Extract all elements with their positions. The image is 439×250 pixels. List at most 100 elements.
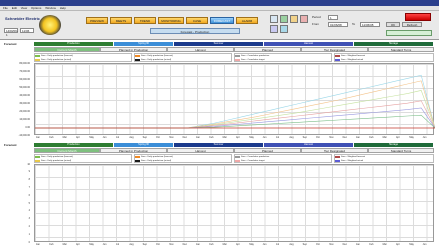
x-tick-label: Dec	[342, 136, 347, 139]
series-line	[35, 74, 435, 129]
legend-label: Sum - Cumulative target	[241, 159, 265, 162]
legend-swatch	[35, 160, 40, 163]
x-tick-label: Sep	[302, 243, 307, 246]
x-tick-label: Feb	[369, 243, 374, 246]
legend-swatch	[35, 55, 40, 58]
folder-icon[interactable]	[290, 15, 298, 23]
x-tick-label: Sep	[142, 243, 147, 246]
x-tick-label: Jul	[276, 136, 280, 139]
period-field[interactable]: 1	[328, 15, 338, 20]
x-tick-label: Sep	[302, 136, 307, 139]
users-icon[interactable]	[270, 25, 278, 33]
code-field-1[interactable]: 1460/09-1	[4, 28, 18, 37]
panel1-header[interactable]: Harvest	[167, 47, 234, 52]
x-tick-label: May	[89, 136, 94, 139]
x-tick-label: Jun	[422, 243, 427, 246]
x-tick-label: Jun	[262, 243, 267, 246]
panel1-header[interactable]: Tier Designated	[301, 47, 368, 52]
y-tick-label: 20,000.00	[19, 109, 30, 113]
panel1-phase[interactable]: Harvest	[264, 42, 354, 46]
panel1-header[interactable]: Current Month	[34, 47, 100, 52]
x-tick-label: Jan	[196, 243, 200, 246]
y-tick-label: 30,000.00	[19, 101, 30, 105]
x-tick-label: Apr	[396, 136, 400, 139]
y-tick-label: 9	[28, 170, 30, 174]
panel2-phase[interactable]: Summer	[174, 143, 264, 147]
legend-group: Sum - Daily production (forecast) Sum - …	[134, 154, 232, 163]
x-tick-label: Oct	[156, 243, 160, 246]
x-tick-label: May	[409, 243, 414, 246]
y-tick-label: 60,000.00	[19, 77, 30, 81]
x-tick-label: Mar	[62, 136, 67, 139]
settings-icon[interactable]	[280, 25, 288, 33]
globe-icon[interactable]	[270, 15, 278, 23]
to-field[interactable]: 11/06/08	[360, 22, 380, 27]
panel1-plot	[34, 63, 435, 135]
nav-monitoring[interactable]: MONITORING	[158, 17, 184, 24]
y-tick-label: 0.00	[25, 125, 30, 129]
nav-meets[interactable]: MEETS	[110, 17, 132, 24]
x-tick-label: Sep	[142, 136, 147, 139]
panel2-phase[interactable]: Storage	[354, 143, 434, 147]
from-field[interactable]: 01/06/08	[328, 22, 348, 27]
x-tick-label: Jun	[102, 136, 107, 139]
y-tick-label: 0	[28, 240, 30, 244]
panel2-header[interactable]: Planned	[234, 148, 301, 153]
legend-label: Sum - Daily production (actual)	[41, 159, 72, 162]
x-tick-label: Apr	[236, 243, 240, 246]
y-tick-label: -10,000.00	[18, 133, 30, 137]
x-tick-label: Jun	[422, 136, 427, 139]
ok-button[interactable]: OK	[386, 22, 400, 27]
y-tick-label: 1	[28, 232, 30, 236]
nav-preview[interactable]: PREVIEW	[86, 17, 108, 24]
nav-alarm[interactable]: ALARM	[236, 17, 258, 24]
nav-trend[interactable]: TREND	[134, 17, 156, 24]
x-tick-label: Dec	[182, 136, 187, 139]
x-tick-label: Oct	[316, 243, 320, 246]
x-tick-label: Mar	[382, 243, 387, 246]
legend-swatch	[135, 59, 140, 62]
panel2-legend: Sum - Daily production (forecast) Sum - …	[34, 154, 434, 163]
panel1-header[interactable]: Planned	[234, 47, 301, 52]
panel2-header-row: Current Month Planned in Production Harv…	[34, 148, 434, 153]
x-tick-label: Jan	[36, 243, 40, 246]
series-line	[35, 80, 435, 129]
y-tick-label: 5	[28, 201, 30, 205]
x-tick-label: Dec	[182, 243, 187, 246]
panel2-header[interactable]: Planned in Production	[100, 148, 167, 153]
panel2-header[interactable]: Standard Turns	[368, 148, 434, 153]
panel2-phase[interactable]: Spring fill	[114, 143, 174, 147]
panel2-header[interactable]: Harvest	[167, 148, 234, 153]
nav-case[interactable]: CASE	[186, 17, 208, 24]
panel2-phase[interactable]: Harvest	[264, 143, 354, 147]
legend-swatch	[235, 160, 240, 163]
panel1-phase[interactable]: Summer	[174, 42, 264, 46]
panel1-header-row: Current Month Planned in Production Harv…	[34, 47, 434, 52]
y-tick-label: 4	[28, 209, 30, 213]
y-tick-label: 80,000.00	[19, 61, 30, 65]
panel2-phase-bar: Production Spring fill Summer Harvest St…	[34, 143, 434, 147]
panel1-name: Forecast	[4, 42, 17, 46]
panel1-phase[interactable]: Production	[34, 42, 114, 46]
legend-swatch	[135, 55, 140, 58]
code-field-2[interactable]: 11/06	[20, 28, 34, 33]
panel2-name: Forecast	[4, 143, 17, 147]
legend-swatch	[335, 59, 340, 62]
panel1-phase[interactable]: Storage	[354, 42, 434, 46]
print-icon[interactable]	[300, 15, 308, 23]
panel2-phase[interactable]: Production	[34, 143, 114, 147]
nav-forecast[interactable]: FORECAST	[210, 17, 234, 24]
chart-icon[interactable]	[280, 15, 288, 23]
x-tick-label: Feb	[209, 136, 214, 139]
legend-label: Sum - Cumulative target	[241, 58, 265, 61]
legend-group: Sum - Weighted forecast Sum - Weighted a…	[334, 53, 434, 62]
y-tick-label: 40,000.00	[19, 93, 30, 97]
refresh-button[interactable]: Refresh	[402, 22, 422, 27]
panel1-phase[interactable]: Spring fill	[114, 42, 174, 46]
panel2-header[interactable]: Tier Designated	[301, 148, 368, 153]
legend-group: Sum - Cumulative production Sum - Cumula…	[234, 154, 332, 163]
x-tick-label: Nov	[169, 136, 174, 139]
panel2-header[interactable]: Current Month	[34, 148, 100, 153]
panel1-header[interactable]: Standard Turns	[368, 47, 434, 52]
panel1-header[interactable]: Planned in Production	[100, 47, 167, 52]
